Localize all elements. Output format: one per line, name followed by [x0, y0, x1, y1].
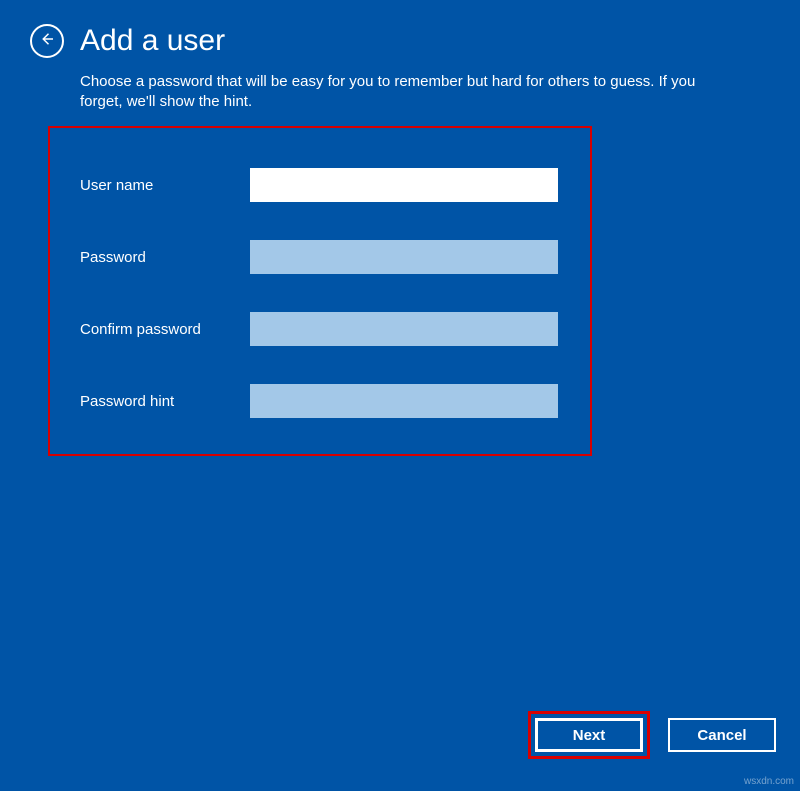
username-label: User name — [80, 177, 250, 194]
confirm-password-input[interactable] — [250, 312, 558, 346]
confirm-password-label: Confirm password — [80, 321, 250, 338]
page-title: Add a user — [80, 24, 225, 58]
field-row-username: User name — [80, 168, 560, 202]
password-label: Password — [80, 249, 250, 266]
back-button[interactable] — [30, 24, 64, 58]
watermark: wsxdn.com — [744, 776, 794, 787]
field-row-password: Password — [80, 240, 560, 274]
next-button-highlight: Next — [528, 711, 650, 759]
field-row-hint: Password hint — [80, 384, 560, 418]
username-input[interactable] — [250, 168, 558, 202]
password-input[interactable] — [250, 240, 558, 274]
page-subtitle: Choose a password that will be easy for … — [0, 66, 760, 113]
footer: Next Cancel — [528, 711, 776, 759]
header: Add a user — [0, 0, 800, 66]
arrow-left-icon — [38, 30, 56, 53]
cancel-button[interactable]: Cancel — [668, 718, 776, 752]
field-row-confirm: Confirm password — [80, 312, 560, 346]
next-button[interactable]: Next — [535, 718, 643, 752]
form-box: User name Password Confirm password Pass… — [48, 126, 592, 456]
password-hint-label: Password hint — [80, 393, 250, 410]
password-hint-input[interactable] — [250, 384, 558, 418]
